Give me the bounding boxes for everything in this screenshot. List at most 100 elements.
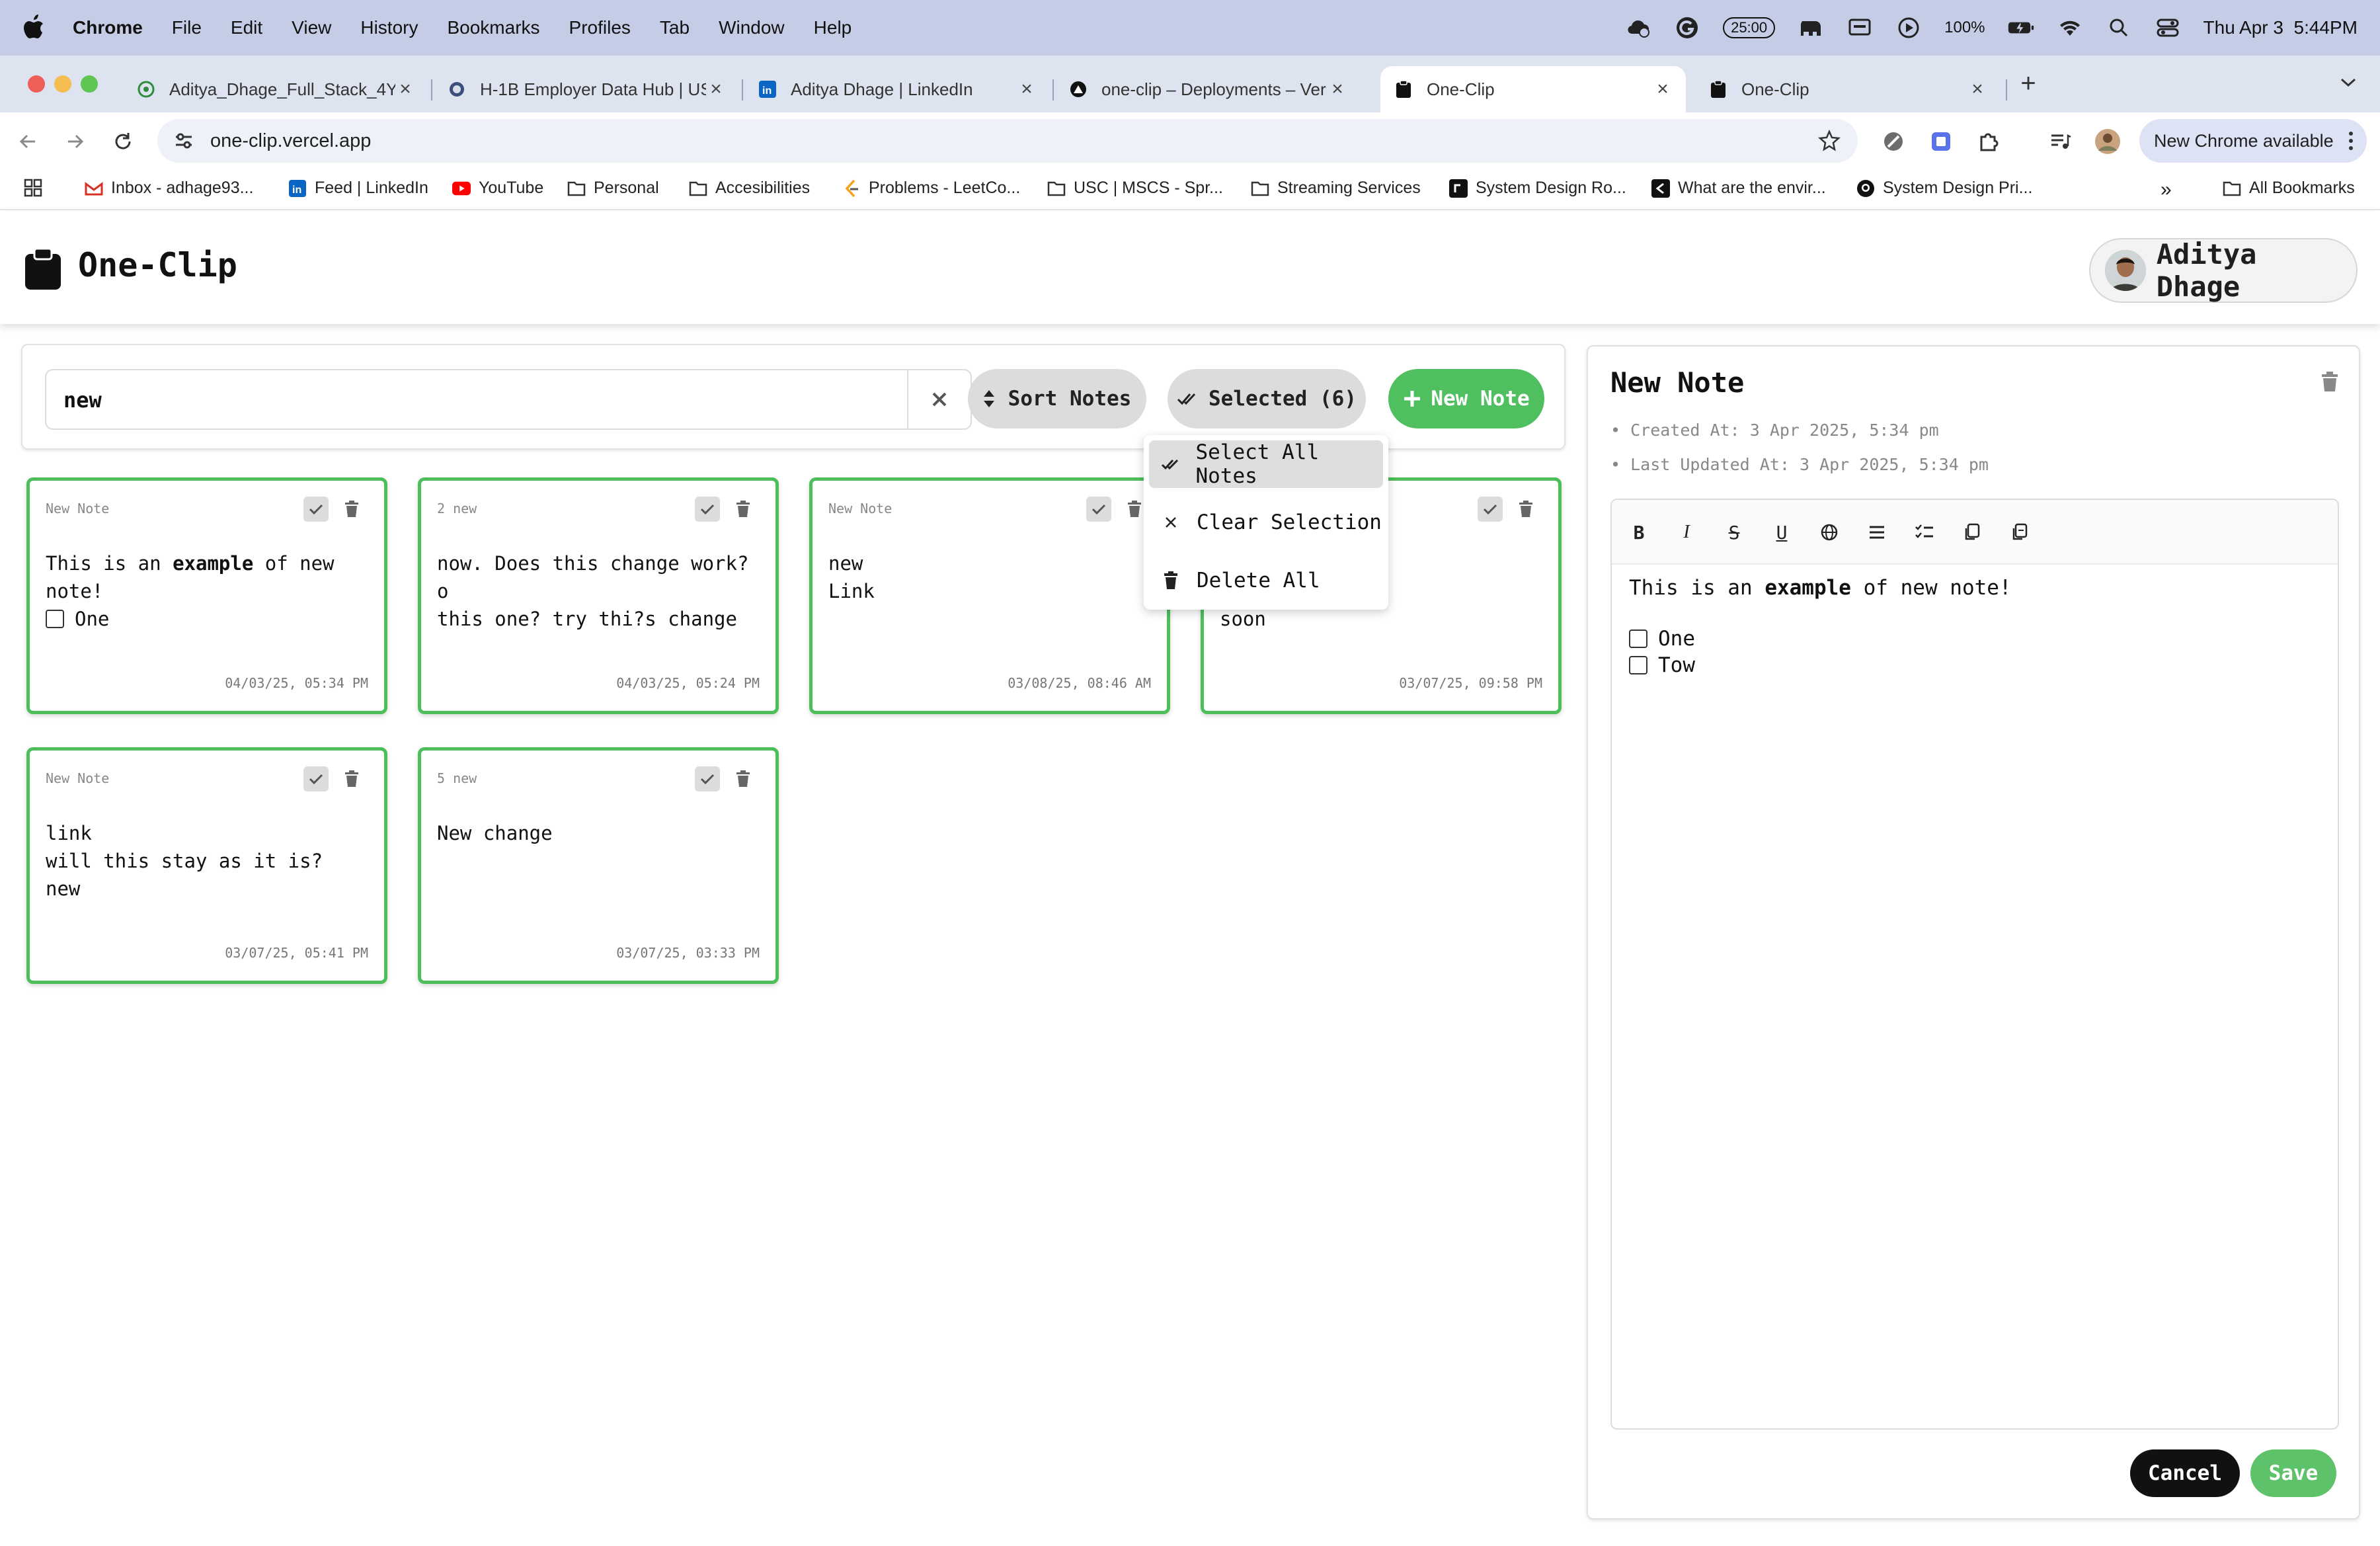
bookmark-star-icon[interactable] [1818, 130, 1841, 152]
play-icon[interactable] [1895, 15, 1922, 41]
extension-notes-icon[interactable] [1926, 127, 1956, 156]
bold-icon[interactable]: B [1626, 520, 1651, 545]
search-field[interactable] [45, 369, 972, 430]
new-note-button[interactable]: New Note [1388, 369, 1544, 428]
link-globe-icon[interactable] [1817, 520, 1842, 545]
editor-note-title[interactable]: New Note [1610, 366, 1744, 399]
grammarly-icon[interactable] [1674, 15, 1700, 41]
menu-file[interactable]: File [172, 17, 202, 38]
delete-all-item[interactable]: Delete All [1149, 557, 1383, 604]
tab-close-icon[interactable]: × [1017, 78, 1037, 101]
note-select-check-icon[interactable] [1478, 497, 1503, 522]
delete-note-trash-icon[interactable] [2317, 369, 2343, 395]
bookmark-item[interactable]: Problems - LeetCo... [842, 179, 1020, 198]
tab-close-icon[interactable]: × [395, 78, 415, 101]
user-profile-chip[interactable]: Aditya Dhage [2089, 238, 2358, 303]
sort-notes-button[interactable]: Sort Notes [968, 369, 1146, 428]
checkbox[interactable] [1629, 629, 1647, 648]
underline-icon[interactable]: U [1769, 520, 1794, 545]
all-bookmarks[interactable]: All Bookmarks [2223, 179, 2355, 198]
save-button[interactable]: Save [2250, 1449, 2336, 1497]
browser-tab[interactable]: in Aditya Dhage | LinkedIn × [744, 66, 1050, 112]
note-card[interactable]: New Note link will this stay as it is? new 0… [26, 747, 387, 984]
tab-close-icon[interactable]: × [1328, 78, 1347, 101]
note-delete-trash-icon[interactable] [732, 768, 754, 790]
new-chrome-available-button[interactable]: New Chrome available [2139, 119, 2367, 163]
bookmark-item[interactable]: Inbox - adhage93... [85, 179, 253, 198]
tab-close-icon[interactable]: × [1967, 78, 1987, 101]
browser-tab[interactable]: Aditya_Dhage_Full_Stack_4Y × [123, 66, 428, 112]
kebab-menu-icon[interactable] [2348, 131, 2354, 151]
menu-tab[interactable]: Tab [660, 17, 690, 38]
browser-tab-active[interactable]: One-Clip × [1380, 66, 1686, 112]
editor-content[interactable]: This is an example of new note! One Tow [1629, 574, 2317, 678]
menu-help[interactable]: Help [814, 17, 852, 38]
clear-search-icon[interactable] [907, 370, 971, 428]
url-text[interactable]: one-clip.vercel.app [210, 130, 371, 152]
window-zoom-button[interactable] [81, 75, 98, 93]
search-input[interactable] [63, 385, 896, 415]
clear-selection-item[interactable]: Clear Selection [1149, 499, 1383, 546]
tab-close-icon[interactable]: × [706, 78, 726, 101]
menu-window[interactable]: Window [719, 17, 785, 38]
back-arrow-icon[interactable] [13, 127, 42, 156]
strikethrough-icon[interactable]: S [1722, 520, 1747, 545]
note-select-check-icon[interactable] [303, 497, 329, 522]
bookmark-item[interactable]: Personal [567, 179, 659, 198]
checkbox[interactable] [46, 610, 64, 628]
cloud-sync-icon[interactable] [1625, 15, 1651, 41]
extension-blocker-icon[interactable] [1879, 127, 1908, 156]
note-card[interactable]: 2 new now. Does this change work? o this on… [418, 477, 779, 714]
apple-logo-icon[interactable] [22, 15, 49, 41]
new-tab-plus-icon[interactable]: + [2015, 70, 2042, 97]
wifi-icon[interactable] [2057, 15, 2083, 41]
bullet-list-icon[interactable] [1864, 520, 1889, 545]
bookmark-item[interactable]: in Feed | LinkedIn [288, 179, 428, 198]
bookmark-item[interactable]: Streaming Services [1251, 179, 1421, 198]
menu-bookmarks[interactable]: Bookmarks [447, 17, 539, 38]
menu-profiles[interactable]: Profiles [569, 17, 631, 38]
note-select-check-icon[interactable] [695, 497, 720, 522]
note-card[interactable]: New Note This is an example of new note! On… [26, 477, 387, 714]
note-card[interactable]: New Note new Link 03/08/25, 08:46 AM [809, 477, 1170, 714]
display-icon[interactable] [1846, 15, 1873, 41]
bookmark-item[interactable]: What are the envir... [1651, 179, 1826, 198]
tab-search-chevron-icon[interactable] [2339, 75, 2363, 99]
cancel-button[interactable]: Cancel [2130, 1449, 2240, 1497]
site-info-icon[interactable] [173, 130, 194, 151]
reload-icon[interactable] [108, 127, 138, 156]
timer-badge[interactable]: 25:00 [1723, 17, 1776, 38]
paste-icon[interactable] [2007, 520, 2032, 545]
tab-close-icon[interactable]: × [1653, 78, 1673, 101]
bookmark-item[interactable]: USC | MSCS - Spr... [1047, 179, 1223, 198]
more-bookmarks-chevron-icon[interactable]: » [2161, 179, 2172, 201]
menubar-clock[interactable]: Thu Apr 3 5:44PM [2203, 17, 2358, 38]
italic-icon[interactable]: I [1674, 520, 1699, 545]
apps-grid-icon[interactable] [24, 179, 42, 197]
menu-view[interactable]: View [292, 17, 331, 38]
note-select-check-icon[interactable] [1086, 497, 1111, 522]
address-bar[interactable]: one-clip.vercel.app [157, 119, 1858, 163]
control-center-icon[interactable] [2155, 15, 2181, 41]
profile-avatar-icon[interactable] [2093, 127, 2122, 156]
note-select-check-icon[interactable] [695, 766, 720, 792]
forward-arrow-icon[interactable] [61, 127, 90, 156]
rich-text-editor[interactable]: B I S U This is an example of new note! [1610, 499, 2339, 1430]
selected-notes-button[interactable]: Selected (6) [1168, 369, 1366, 428]
browser-tab[interactable]: One-Clip × [1695, 66, 2001, 112]
checkbox[interactable] [1629, 655, 1647, 674]
checklist-icon[interactable] [1912, 520, 1937, 545]
menu-chrome[interactable]: Chrome [73, 17, 143, 38]
copy-icon[interactable] [1960, 520, 1985, 545]
note-delete-trash-icon[interactable] [340, 768, 363, 790]
window-minimize-button[interactable] [54, 75, 71, 93]
menu-edit[interactable]: Edit [231, 17, 262, 38]
window-close-button[interactable] [28, 75, 45, 93]
select-all-notes-item[interactable]: Select All Notes [1149, 440, 1383, 488]
note-delete-trash-icon[interactable] [732, 498, 754, 520]
media-controls-icon[interactable] [2045, 127, 2075, 156]
note-select-check-icon[interactable] [303, 766, 329, 792]
bookmark-item[interactable]: YouTube [452, 179, 543, 198]
bookmark-item[interactable]: Accesibilities [689, 179, 810, 198]
spotlight-search-icon[interactable] [2106, 15, 2132, 41]
